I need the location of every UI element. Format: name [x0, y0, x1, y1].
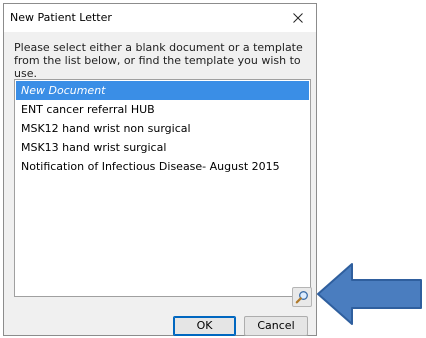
- list-item-msk12[interactable]: MSK12 hand wrist non surgical: [16, 119, 309, 138]
- screenshot-stage: New Patient Letter Please select either …: [0, 0, 426, 338]
- find-template-button[interactable]: [292, 287, 312, 307]
- dialog-title-bar: New Patient Letter: [4, 4, 316, 32]
- cancel-button[interactable]: Cancel: [244, 316, 308, 336]
- list-item-msk13[interactable]: MSK13 hand wrist surgical: [16, 138, 309, 157]
- list-item-new-document[interactable]: New Document: [16, 81, 309, 100]
- instructions-text: Please select either a blank document or…: [14, 41, 303, 80]
- close-icon: [293, 13, 303, 23]
- dialog-title: New Patient Letter: [10, 11, 112, 24]
- close-button[interactable]: [280, 4, 316, 32]
- new-patient-letter-dialog: New Patient Letter Please select either …: [3, 3, 317, 336]
- magnifier-icon: [295, 291, 308, 304]
- template-listbox[interactable]: New Document ENT cancer referral HUB MSK…: [14, 79, 311, 297]
- left-arrow-icon: [317, 263, 422, 325]
- list-item-ent-cancer-referral[interactable]: ENT cancer referral HUB: [16, 100, 309, 119]
- ok-button[interactable]: OK: [173, 316, 236, 336]
- list-item-infectious-disease[interactable]: Notification of Infectious Disease- Augu…: [16, 157, 309, 176]
